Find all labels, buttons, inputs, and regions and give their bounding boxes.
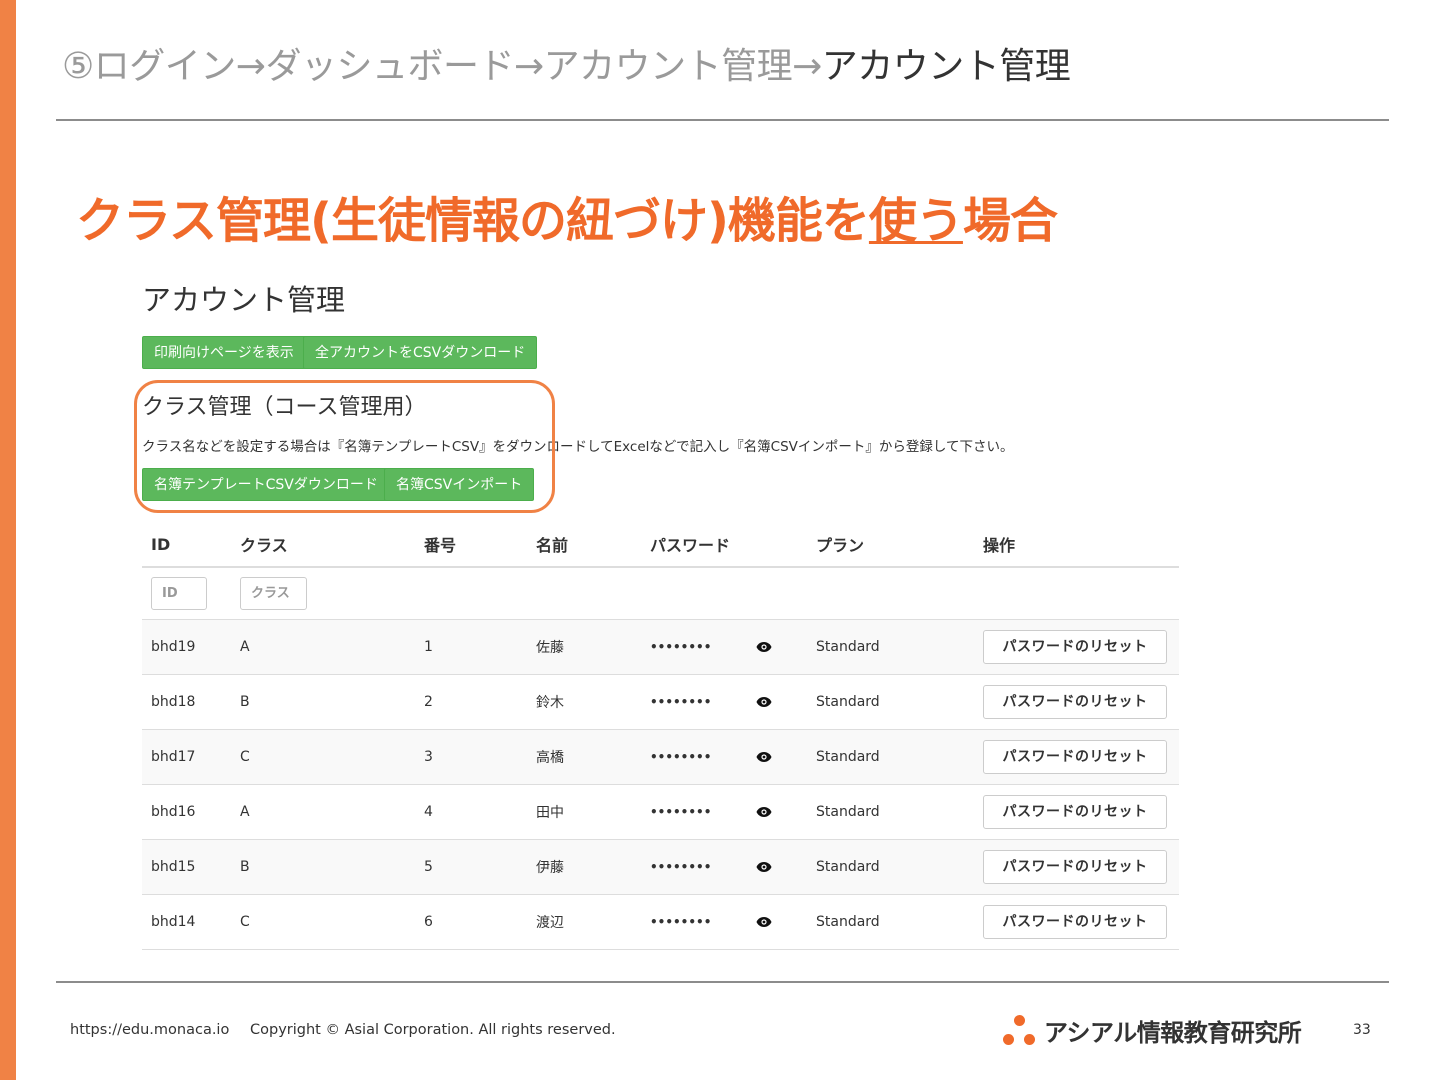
footer-url: https://edu.monaca.io: [70, 1022, 230, 1038]
logo-dots-icon: [1002, 1012, 1038, 1048]
reset-password-button[interactable]: パスワードのリセット: [983, 739, 1167, 774]
cell-plan: Standard: [807, 893, 974, 950]
table-row: bhd15 B 5 伊藤 •••••••• Standard パスワードのリセッ…: [142, 838, 1179, 894]
cell-number: 4: [415, 783, 527, 839]
eye-icon[interactable]: [756, 696, 772, 708]
reset-password-button[interactable]: パスワードのリセット: [983, 904, 1167, 939]
reset-password-button[interactable]: パスワードのリセット: [983, 684, 1167, 719]
cell-class: A: [231, 783, 415, 839]
cell-id: bhd18: [142, 673, 231, 729]
cell-class: B: [231, 673, 415, 729]
footer-copyright: Copyright © Asial Corporation. All right…: [250, 1022, 616, 1038]
breadcrumb-path: ⑤ログイン→ダッシュボード→アカウント管理→: [62, 46, 822, 87]
logo-text: アシアル情報教育研究所: [1044, 1018, 1302, 1047]
csv-import-button[interactable]: 名簿CSVインポート: [384, 468, 535, 501]
eye-icon[interactable]: [756, 861, 772, 873]
template-csv-download-button[interactable]: 名簿テンプレートCSVダウンロード: [142, 468, 390, 501]
eye-icon[interactable]: [756, 806, 772, 818]
cell-plan: Standard: [807, 618, 974, 674]
cell-class: A: [231, 618, 415, 674]
column-header-number[interactable]: 番号: [415, 522, 527, 568]
reset-password-button[interactable]: パスワードのリセット: [983, 629, 1167, 664]
cell-id: bhd15: [142, 838, 231, 894]
cell-password: ••••••••: [650, 914, 712, 929]
eye-icon[interactable]: [756, 751, 772, 763]
column-header-password: パスワード: [641, 522, 807, 568]
print-page-button[interactable]: 印刷向けページを表示: [142, 336, 306, 369]
cell-number: 6: [415, 893, 527, 950]
table-row: bhd16 A 4 田中 •••••••• Standard パスワードのリセッ…: [142, 783, 1179, 839]
cell-password: ••••••••: [650, 639, 712, 654]
cell-number: 3: [415, 728, 527, 784]
headline-suffix: 場合: [962, 193, 1058, 249]
cell-class: B: [231, 838, 415, 894]
table-row: bhd19 A 1 佐藤 •••••••• Standard パスワードのリセッ…: [142, 618, 1179, 674]
cell-number: 1: [415, 618, 527, 674]
cell-number: 2: [415, 673, 527, 729]
class-management-description: クラス名などを設定する場合は『名簿テンプレートCSV』をダウンロードしてExce…: [142, 439, 1014, 455]
filter-row: ID クラス: [142, 567, 1179, 620]
breadcrumb-current: アカウント管理: [821, 46, 1071, 87]
cell-plan: Standard: [807, 838, 974, 894]
cell-id: bhd17: [142, 728, 231, 784]
reset-password-button[interactable]: パスワードのリセット: [983, 794, 1167, 829]
eye-icon[interactable]: [756, 641, 772, 653]
table-row: bhd18 B 2 鈴木 •••••••• Standard パスワードのリセッ…: [142, 673, 1179, 729]
cell-password: ••••••••: [650, 804, 712, 819]
cell-number: 5: [415, 838, 527, 894]
id-filter-input[interactable]: ID: [151, 576, 207, 610]
cell-password: ••••••••: [650, 694, 712, 709]
column-header-class[interactable]: クラス: [231, 522, 415, 568]
footer-divider: [56, 981, 1389, 983]
table-row: bhd14 C 6 渡辺 •••••••• Standard パスワードのリセッ…: [142, 893, 1179, 950]
slide-headline: クラス管理(生徒情報の紐づけ)機能を使う場合: [76, 190, 1058, 252]
cell-password: ••••••••: [650, 749, 712, 764]
cell-plan: Standard: [807, 783, 974, 839]
cell-id: bhd16: [142, 783, 231, 839]
column-header-name[interactable]: 名前: [527, 522, 641, 568]
column-header-actions: 操作: [974, 522, 1179, 568]
cell-name: 田中: [527, 783, 641, 839]
cell-class: C: [231, 893, 415, 950]
table-row: bhd17 C 3 高橋 •••••••• Standard パスワードのリセッ…: [142, 728, 1179, 784]
class-filter-input[interactable]: クラス: [240, 576, 307, 610]
cell-plan: Standard: [807, 673, 974, 729]
cell-plan: Standard: [807, 728, 974, 784]
cell-class: C: [231, 728, 415, 784]
table-header-row: ID クラス 番号 名前 パスワード プラン 操作: [142, 522, 1179, 568]
header-divider: [56, 119, 1389, 121]
cell-password: ••••••••: [650, 859, 712, 874]
page-title: アカウント管理: [142, 283, 346, 317]
eye-icon[interactable]: [756, 916, 772, 928]
column-header-plan[interactable]: プラン: [807, 522, 974, 568]
cell-name: 渡辺: [527, 893, 641, 950]
accounts-table: ID クラス 番号 名前 パスワード プラン 操作 ID クラス bhd19 A…: [142, 522, 1179, 950]
class-management-title: クラス管理（コース管理用）: [142, 395, 427, 420]
download-all-csv-button[interactable]: 全アカウントをCSVダウンロード: [303, 336, 538, 369]
slide-breadcrumb: ⑤ログイン→ダッシュボード→アカウント管理→アカウント管理: [62, 44, 1071, 90]
headline-emphasis: 使う: [868, 193, 964, 249]
headline-text: クラス管理(生徒情報の紐づけ)機能を: [76, 193, 870, 249]
cell-id: bhd14: [142, 893, 231, 950]
column-header-id[interactable]: ID: [142, 522, 231, 568]
cell-id: bhd19: [142, 618, 231, 674]
company-logo: アシアル情報教育研究所: [1002, 1010, 1302, 1050]
cell-name: 鈴木: [527, 673, 641, 729]
page-number: 33: [1353, 1022, 1371, 1038]
slide-accent-bar: [0, 0, 16, 1080]
cell-name: 高橋: [527, 728, 641, 784]
cell-name: 伊藤: [527, 838, 641, 894]
cell-name: 佐藤: [527, 618, 641, 674]
reset-password-button[interactable]: パスワードのリセット: [983, 849, 1167, 884]
